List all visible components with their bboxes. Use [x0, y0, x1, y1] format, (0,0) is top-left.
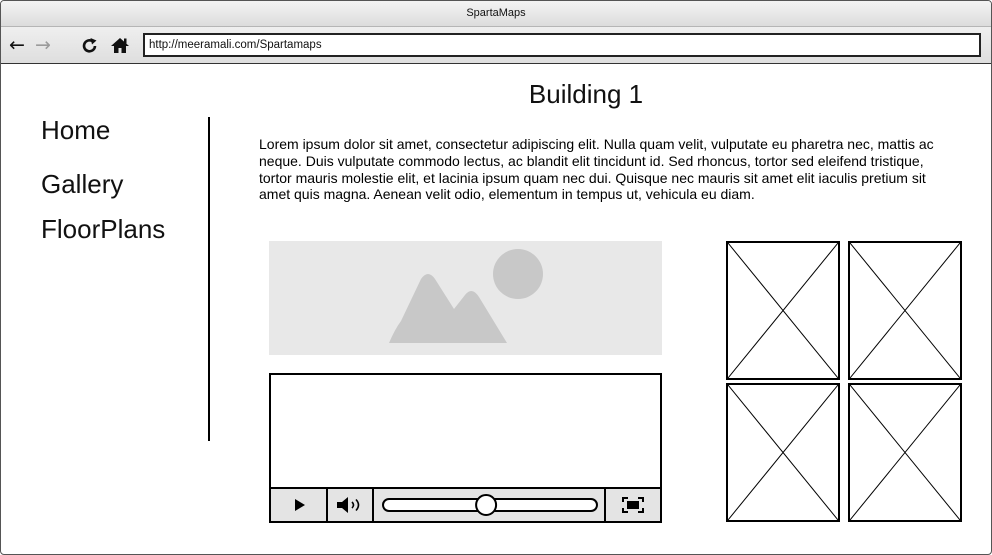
seek-thumb[interactable]	[474, 494, 497, 516]
seek-slider	[381, 494, 598, 516]
play-icon	[294, 499, 305, 511]
video-player[interactable]	[269, 373, 662, 523]
play-button[interactable]	[271, 489, 328, 521]
image-placeholder-x	[726, 383, 840, 522]
placeholder-x-icon	[728, 385, 838, 520]
reload-icon[interactable]	[81, 33, 99, 57]
video-controls	[271, 487, 660, 521]
placeholder-x-icon	[728, 243, 838, 378]
window-title: SpartaMaps	[466, 7, 526, 19]
reload-icon-svg	[82, 38, 97, 53]
home-icon-svg	[111, 38, 129, 53]
image-icon	[389, 249, 543, 343]
fullscreen-icon	[622, 497, 644, 513]
home-icon[interactable]	[109, 33, 131, 57]
address-bar[interactable]: http://meeramali.com/Spartamaps	[143, 33, 981, 57]
sidebar-divider	[208, 117, 210, 441]
volume-icon	[337, 497, 360, 513]
sidebar-item-gallery[interactable]: Gallery	[41, 169, 123, 200]
seek-bar[interactable]	[374, 489, 605, 521]
image-placeholder-x	[848, 383, 962, 522]
image-placeholder	[269, 241, 662, 355]
sidebar-item-home[interactable]: Home	[41, 115, 110, 146]
arrow-right-icon[interactable]: →	[33, 33, 53, 57]
placeholder-x-icon	[850, 243, 960, 378]
body-paragraph: Lorem ipsum dolor sit amet, consectetur …	[259, 136, 934, 203]
address-url: http://meeramali.com/Spartamaps	[149, 39, 322, 51]
image-placeholder-x	[848, 241, 962, 380]
browser-toolbar: ← → http://meeramali.com/Spartamaps	[1, 27, 991, 64]
fullscreen-button[interactable]	[604, 489, 660, 521]
placeholder-x-icon	[850, 385, 960, 520]
sidebar-item-floorplans[interactable]: FloorPlans	[41, 214, 165, 245]
arrow-left-icon[interactable]: ←	[7, 33, 27, 57]
browser-window: SpartaMaps ← → http://meeramali.com/Spar…	[0, 0, 992, 555]
window-titlebar: SpartaMaps	[1, 1, 991, 27]
page-title: Building 1	[528, 79, 644, 109]
image-placeholder-x	[726, 241, 840, 380]
volume-button[interactable]	[328, 489, 374, 521]
